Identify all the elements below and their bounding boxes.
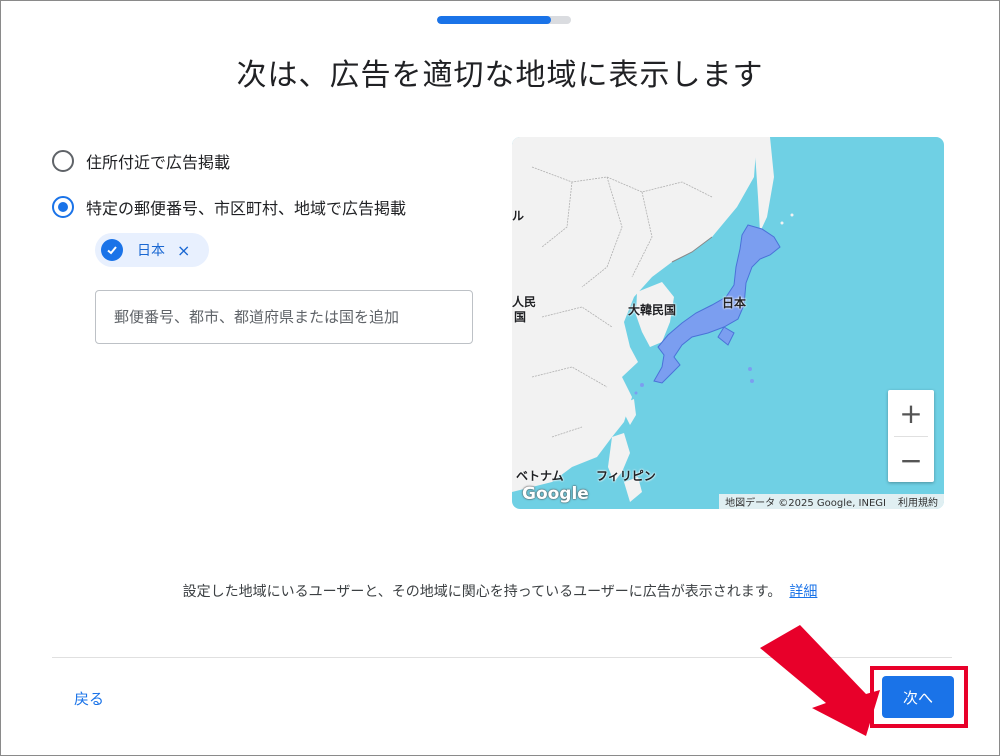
radio-near-address[interactable]: 住所付近で広告掲載 bbox=[52, 149, 230, 173]
progress-fill bbox=[437, 16, 551, 24]
zoom-controls: + − bbox=[888, 390, 934, 482]
radio-specific-locations[interactable]: 特定の郵便番号、市区町村、地域で広告掲載 bbox=[52, 195, 406, 219]
check-icon bbox=[101, 239, 123, 261]
map-label-edge: 国 bbox=[514, 310, 527, 324]
radio-label: 特定の郵便番号、市区町村、地域で広告掲載 bbox=[86, 199, 407, 218]
map-label-korea: 大韓民国 bbox=[628, 303, 677, 317]
back-button[interactable]: 戻る bbox=[74, 688, 104, 709]
radio-label: 住所付近で広告掲載 bbox=[86, 153, 231, 172]
map-label-vietnam: ベトナム bbox=[516, 469, 564, 483]
next-button[interactable]: 次へ bbox=[882, 676, 954, 718]
progress-bar bbox=[437, 16, 571, 24]
zoom-in-button[interactable]: + bbox=[888, 390, 934, 436]
details-link[interactable]: 詳細 bbox=[789, 584, 817, 600]
google-logo: Google bbox=[522, 484, 589, 504]
terms-link[interactable]: 利用規約 bbox=[898, 494, 938, 509]
footer-divider bbox=[52, 657, 952, 658]
map-view[interactable]: 大韓民国 日本 ベトナム フィリピン ル 人民 国 + − Google 地図デ… bbox=[512, 137, 944, 509]
info-text: 設定した地域にいるユーザーと、その地域に関心を持っているユーザーに広告が表示され… bbox=[0, 581, 1000, 601]
chip-label: 日本 bbox=[137, 243, 165, 259]
map-label-edge: ル bbox=[512, 209, 525, 223]
radio-button-checked[interactable] bbox=[52, 196, 74, 218]
map-label-philippines: フィリピン bbox=[596, 469, 656, 483]
location-search-input[interactable] bbox=[95, 290, 473, 344]
zoom-out-button[interactable]: − bbox=[888, 437, 934, 483]
map-label-japan: 日本 bbox=[722, 296, 747, 310]
attribution-text: 地図データ ©2025 Google, INEGI bbox=[725, 498, 886, 509]
map-canvas bbox=[512, 137, 794, 502]
close-icon[interactable]: × bbox=[177, 241, 190, 260]
radio-button-unchecked[interactable] bbox=[52, 150, 74, 172]
info-message: 設定した地域にいるユーザーと、その地域に関心を持っているユーザーに広告が表示され… bbox=[182, 584, 782, 600]
map-attribution: 地図データ ©2025 Google, INEGI 利用規約 bbox=[719, 494, 944, 509]
page-title: 次は、広告を適切な地域に表示します bbox=[236, 58, 764, 93]
location-chip[interactable]: 日本 × bbox=[95, 233, 209, 267]
